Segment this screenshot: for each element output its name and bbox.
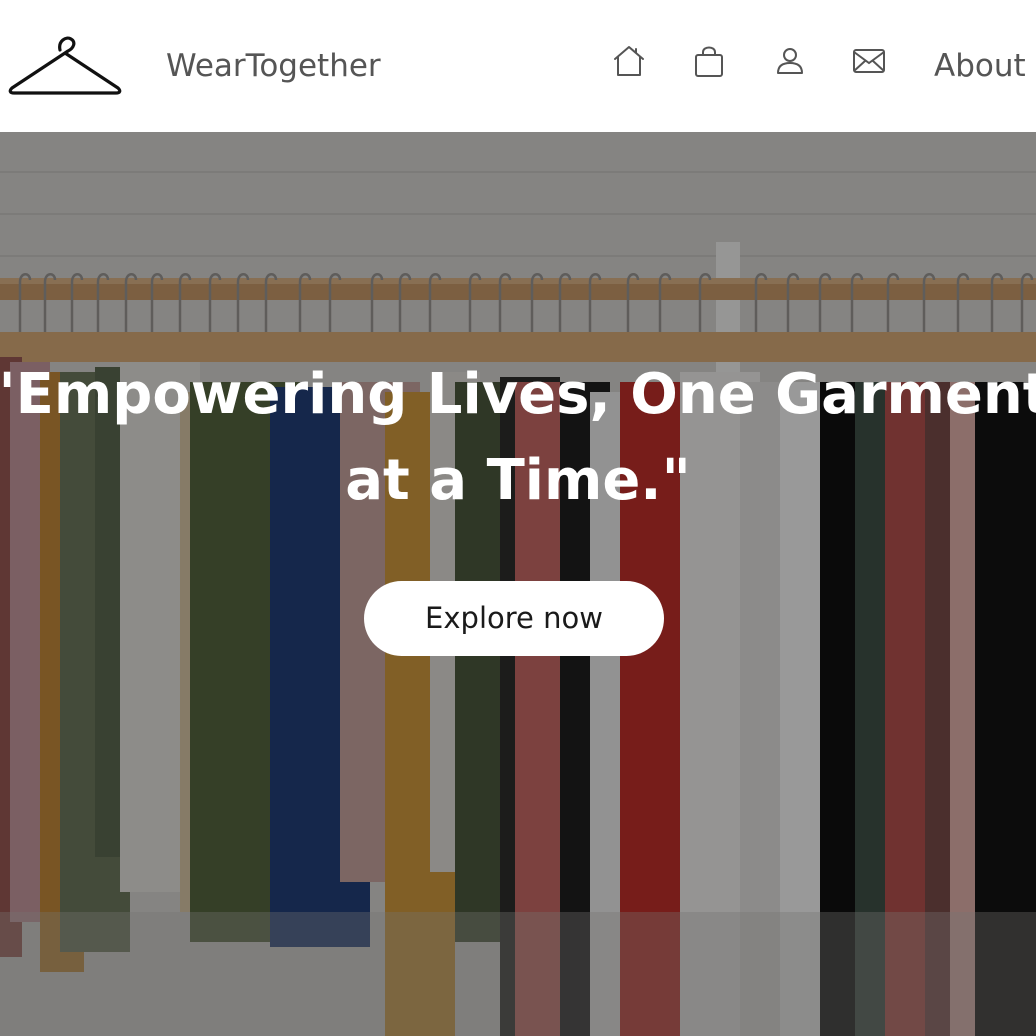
mail-icon[interactable] — [852, 44, 886, 78]
home-icon[interactable] — [612, 44, 646, 78]
hero-tagline: "Empowering Lives, One Garment at a Time… — [0, 362, 1036, 513]
nav-link-about[interactable]: About — [934, 46, 1026, 86]
brand-name[interactable]: WearTogether — [166, 46, 381, 86]
explore-now-button[interactable]: Explore now — [364, 581, 664, 656]
top-navbar: WearTogether About — [0, 0, 1036, 132]
shopping-bag-icon[interactable] — [692, 44, 726, 78]
hero-section: "Empowering Lives, One Garment at a Time… — [0, 132, 1036, 1036]
clothes-hanger-icon[interactable] — [8, 36, 122, 96]
user-icon[interactable] — [773, 44, 807, 78]
